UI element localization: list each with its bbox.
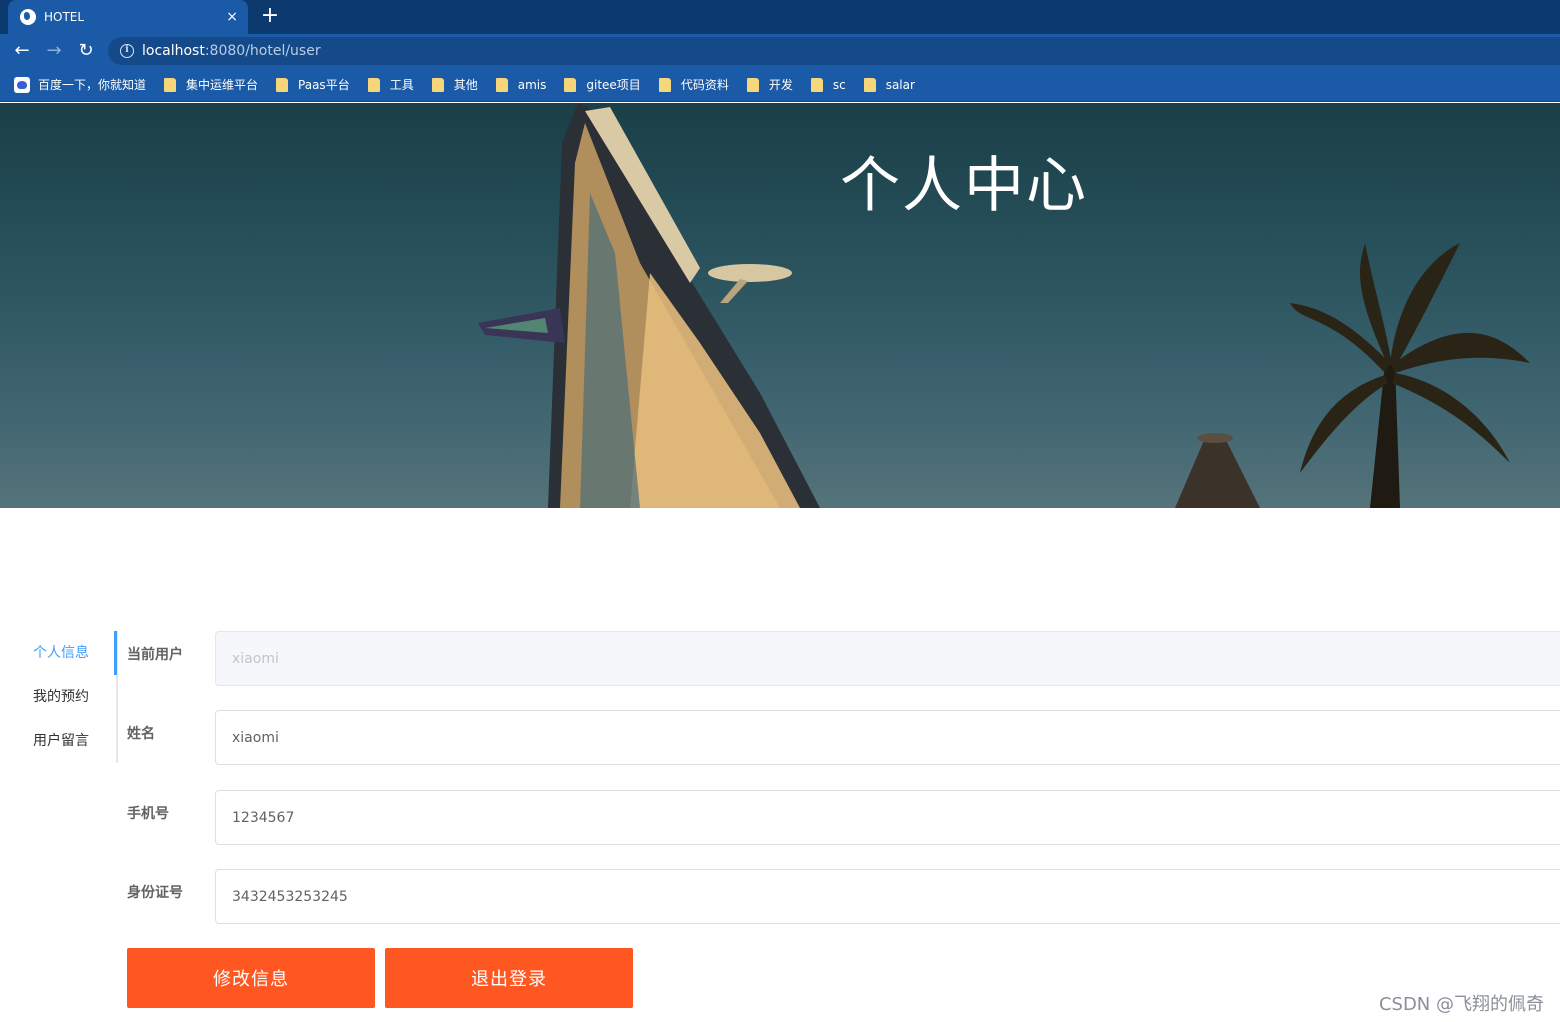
menu-item-messages[interactable]: 用户留言: [0, 719, 118, 763]
bookmark-label: 工具: [389, 78, 414, 92]
reload-icon[interactable]: ↻: [74, 39, 98, 63]
menu-item-profile[interactable]: 个人信息: [0, 631, 118, 675]
page-title: 个人中心: [840, 151, 1088, 221]
bookmark-label: amis: [517, 77, 547, 92]
current-user-input: [215, 631, 1560, 686]
close-icon[interactable]: ×: [226, 9, 238, 25]
browser-tab[interactable]: HOTEL ×: [8, 0, 248, 34]
idcard-input[interactable]: [215, 869, 1560, 924]
folder-icon: [564, 77, 577, 92]
bookmark-baidu[interactable]: 百度一下，你就知道: [14, 76, 146, 93]
bookmark-folder[interactable]: gitee项目: [564, 76, 641, 93]
phone-label: 手机号: [127, 806, 169, 822]
bookmark-folder[interactable]: 工具: [367, 76, 414, 93]
edit-info-button[interactable]: 修改信息: [127, 948, 375, 1008]
hotel-illustration: [478, 103, 1530, 508]
name-label: 姓名: [127, 726, 155, 742]
folder-icon: [658, 77, 671, 92]
name-input[interactable]: [215, 710, 1560, 765]
watermark: CSDN @飞翔的佩奇: [1378, 994, 1544, 1015]
baidu-icon: [14, 76, 30, 93]
hotel-sail-light: [630, 273, 800, 508]
tab-title: HOTEL: [44, 10, 85, 24]
logout-button[interactable]: 退出登录: [385, 948, 633, 1008]
folder-icon: [746, 77, 759, 92]
bookmark-label: salar: [885, 77, 915, 92]
bookmark-folder[interactable]: 开发: [746, 76, 793, 93]
side-menu: 个人信息 我的预约 用户留言: [0, 631, 118, 763]
current-user-label: 当前用户: [127, 647, 183, 663]
folder-icon: [810, 77, 823, 92]
bookmark-label: sc: [832, 77, 846, 92]
hero-banner: 个人中心: [0, 103, 1560, 508]
folder-icon: [863, 77, 876, 92]
helipad: [708, 264, 792, 282]
browser-tabstrip: HOTEL × +: [0, 0, 1560, 34]
folder-icon: [495, 77, 508, 92]
folder-icon: [431, 77, 444, 92]
bookmark-folder[interactable]: amis: [495, 77, 547, 92]
bookmark-folder[interactable]: sc: [810, 77, 846, 92]
forward-icon[interactable]: →: [42, 39, 66, 63]
menu-item-reservations[interactable]: 我的预约: [0, 675, 118, 719]
folder-icon: [367, 77, 380, 92]
browser-toolbar: ← → ↻ i localhost:8080/hotel/user: [0, 34, 1560, 68]
bookmark-label: 代码资料: [680, 78, 729, 92]
bookmark-label: gitee项目: [586, 78, 641, 92]
bookmark-label: 其他: [453, 78, 478, 92]
bookmark-folder[interactable]: 其他: [431, 76, 478, 93]
info-icon[interactable]: i: [120, 44, 134, 58]
url-path: :8080/hotel/user: [204, 43, 321, 59]
bookmarks-bar: 百度一下，你就知道 集中运维平台 Paas平台 工具 其他 amis gitee…: [0, 68, 1560, 102]
bookmark-label: Paas平台: [298, 78, 350, 92]
url-host: localhost: [142, 43, 205, 59]
menu-active-indicator: [114, 631, 117, 675]
back-icon[interactable]: ←: [10, 39, 34, 63]
bookmark-folder[interactable]: 集中运维平台: [164, 76, 258, 93]
idcard-label: 身份证号: [127, 885, 183, 901]
address-bar[interactable]: i localhost:8080/hotel/user: [108, 37, 1560, 65]
bookmark-label: 百度一下，你就知道: [38, 78, 147, 92]
bookmark-label: 开发: [768, 78, 793, 92]
folder-icon: [164, 77, 177, 92]
new-tab-icon[interactable]: +: [258, 4, 282, 28]
globe-icon: [20, 9, 36, 25]
phone-input[interactable]: [215, 790, 1560, 845]
folder-icon: [276, 77, 289, 92]
bookmark-folder[interactable]: salar: [863, 77, 915, 92]
bookmark-folder[interactable]: Paas平台: [276, 76, 350, 93]
bookmark-label: 集中运维平台: [186, 78, 259, 92]
bookmark-folder[interactable]: 代码资料: [658, 76, 729, 93]
tent-roof: [1175, 438, 1260, 508]
